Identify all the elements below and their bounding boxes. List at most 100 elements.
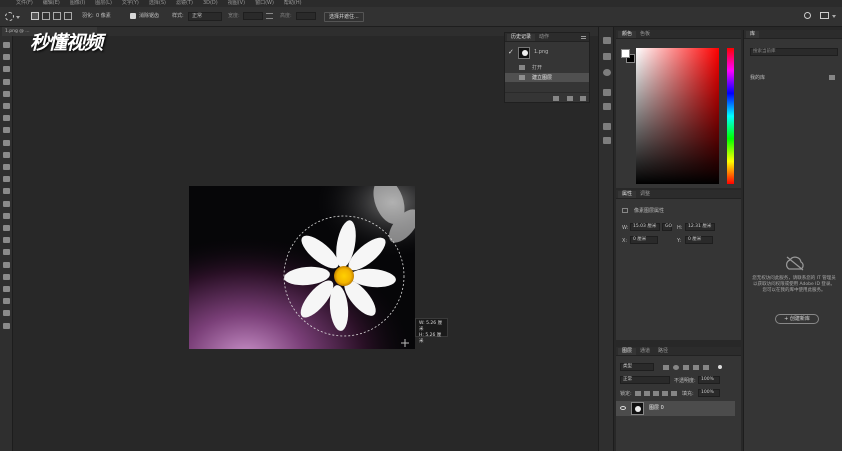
filter-smart-icon[interactable]: [703, 365, 709, 370]
type-tool-icon[interactable]: [3, 225, 10, 231]
magic-wand-tool-icon[interactable]: [3, 78, 10, 85]
tab-channels[interactable]: 通道: [636, 348, 654, 355]
menu-item[interactable]: 视图(V): [228, 0, 245, 7]
menu-item[interactable]: 滤镜(T): [176, 0, 193, 7]
layer-row[interactable]: 图层 0: [616, 401, 735, 416]
library-select[interactable]: 我的库: [750, 75, 765, 81]
marquee-tool-icon[interactable]: [3, 54, 10, 61]
blend-mode-select[interactable]: 正常: [620, 376, 670, 384]
gradient-tool-icon[interactable]: [3, 176, 10, 183]
panel-menu-icon[interactable]: [581, 36, 586, 39]
create-library-button[interactable]: + 创建新库: [775, 314, 819, 324]
style-select[interactable]: 正常: [188, 12, 222, 21]
path-select-tool-icon[interactable]: [3, 237, 10, 244]
tab-history[interactable]: 历史记录: [507, 34, 536, 41]
brush-tool-icon[interactable]: [3, 127, 10, 134]
opacity-input[interactable]: 100%: [698, 376, 720, 384]
chevron-down-icon[interactable]: [16, 16, 20, 19]
y-input[interactable]: 0 厘米: [685, 236, 713, 244]
lock-paint-icon[interactable]: [644, 391, 650, 396]
swap-icon[interactable]: [266, 13, 273, 19]
w-input[interactable]: 15.03 厘米: [630, 223, 660, 231]
filter-pixel-icon[interactable]: [663, 365, 669, 370]
stamp-tool-icon[interactable]: [3, 139, 10, 146]
workspace-icon[interactable]: [820, 12, 829, 19]
history-brush-tool-icon[interactable]: [3, 151, 10, 158]
move-tool-icon[interactable]: [3, 42, 10, 48]
new-document-icon[interactable]: [553, 96, 559, 101]
quick-mask-tool-icon[interactable]: [3, 310, 10, 317]
select-and-mask-button[interactable]: 选择并遮住...: [324, 12, 364, 22]
menu-item[interactable]: 编辑(E): [43, 0, 60, 7]
filter-toggle-icon[interactable]: [718, 365, 722, 369]
eyedropper-tool-icon[interactable]: [3, 103, 10, 109]
menu-item[interactable]: 3D(D): [203, 0, 218, 7]
hue-slider[interactable]: [727, 48, 734, 184]
fill-input[interactable]: 100%: [698, 389, 720, 397]
h-input[interactable]: 12.31 厘米: [685, 223, 715, 231]
history-item[interactable]: 建立图层: [505, 73, 589, 82]
tab-actions[interactable]: 动作: [535, 34, 553, 41]
subtract-selection-icon[interactable]: [53, 12, 61, 20]
search-icon[interactable]: [804, 12, 811, 19]
menu-item[interactable]: 选择(S): [149, 0, 166, 7]
paragraph-icon[interactable]: [603, 123, 611, 130]
dodge-tool-icon[interactable]: [3, 200, 10, 207]
eraser-tool-icon[interactable]: [3, 164, 10, 170]
filter-type-icon[interactable]: [683, 365, 689, 370]
library-search-input[interactable]: 搜索当前库: [750, 48, 838, 56]
feather-input[interactable]: 0 像素: [96, 13, 111, 20]
history-item[interactable]: 打开: [505, 63, 589, 72]
chevron-down-icon[interactable]: [832, 15, 836, 18]
new-selection-icon[interactable]: [31, 12, 39, 20]
adjustments-icon[interactable]: [603, 103, 611, 110]
add-selection-icon[interactable]: [42, 12, 50, 20]
more-tool-icon[interactable]: [3, 286, 10, 292]
blur-tool-icon[interactable]: [3, 188, 10, 195]
x-input[interactable]: 0 厘米: [630, 236, 658, 244]
link-dimensions-button[interactable]: GO: [662, 223, 672, 231]
brush-icon[interactable]: [603, 89, 611, 96]
lock-artboard-icon[interactable]: [662, 391, 668, 396]
width-input[interactable]: [243, 12, 263, 20]
menu-item[interactable]: 文件(F): [16, 0, 33, 7]
menu-item[interactable]: 图像(I): [70, 0, 85, 7]
menu-item[interactable]: 文字(Y): [122, 0, 139, 7]
colors-tool-icon[interactable]: [3, 298, 10, 305]
notes-icon[interactable]: [603, 137, 611, 144]
history-snapshot-row[interactable]: ✓ 1.png: [505, 45, 589, 61]
crop-tool-icon[interactable]: [3, 90, 10, 97]
menu-item[interactable]: 窗口(W): [255, 0, 274, 7]
tab-properties[interactable]: 属性: [618, 191, 637, 198]
actions-icon[interactable]: [603, 53, 611, 60]
menu-item[interactable]: 帮助(H): [284, 0, 302, 7]
camera-icon[interactable]: [567, 96, 573, 101]
menu-item[interactable]: 图层(L): [95, 0, 112, 7]
hand-tool-icon[interactable]: [3, 261, 10, 268]
antialias-checkbox[interactable]: [130, 13, 136, 19]
tab-layers[interactable]: 图层: [618, 348, 637, 355]
filter-shape-icon[interactable]: [693, 365, 699, 370]
trash-icon[interactable]: [580, 96, 586, 101]
screen-mode-tool-icon[interactable]: [3, 322, 10, 329]
visibility-eye-icon[interactable]: [620, 406, 626, 410]
marquee-tool-icon[interactable]: [5, 12, 14, 21]
color-picker-field[interactable]: [636, 48, 719, 184]
zoom-tool-icon[interactable]: [3, 273, 10, 280]
kind-filter-select[interactable]: 类型: [620, 363, 654, 371]
lock-all-icon[interactable]: [671, 391, 677, 396]
document-image[interactable]: [189, 186, 415, 349]
info-icon[interactable]: [603, 69, 611, 76]
healing-tool-icon[interactable]: [3, 115, 10, 122]
intersect-selection-icon[interactable]: [64, 12, 72, 20]
height-input[interactable]: [296, 12, 316, 20]
tab-swatches[interactable]: 色板: [636, 31, 654, 38]
filter-adjustment-icon[interactable]: [673, 365, 679, 370]
tab-adjustments[interactable]: 调整: [636, 191, 654, 198]
lock-transparent-icon[interactable]: [635, 391, 641, 396]
tab-color[interactable]: 颜色: [618, 31, 637, 38]
lock-move-icon[interactable]: [653, 391, 659, 396]
grid-view-icon[interactable]: [829, 75, 835, 80]
foreground-swatch[interactable]: [621, 49, 630, 58]
tab-paths[interactable]: 路径: [654, 348, 672, 355]
